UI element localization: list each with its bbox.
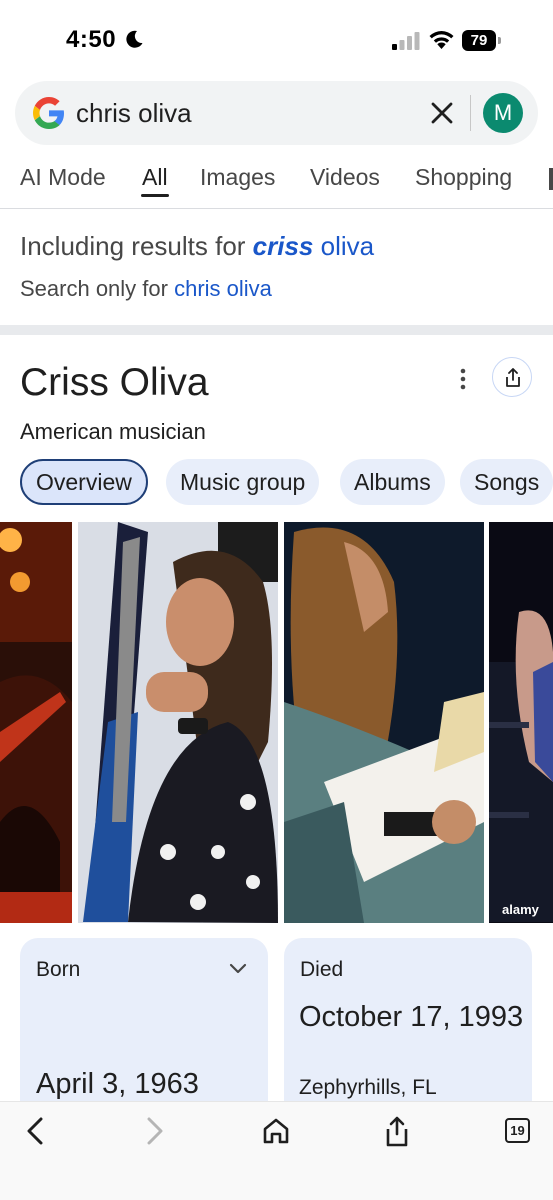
wifi-icon — [429, 31, 454, 49]
status-time: 4:50 — [66, 26, 117, 53]
tabs-divider — [0, 208, 553, 209]
panel-chips: Overview Music group Albums Songs — [0, 459, 553, 507]
share-page-icon[interactable] — [383, 1116, 411, 1148]
died-place: Zephyrhills, FL — [299, 1076, 437, 1099]
battery-icon: 79 — [462, 30, 502, 51]
tab-videos[interactable]: Videos — [310, 164, 380, 191]
chip-songs[interactable]: Songs — [460, 459, 553, 505]
back-icon[interactable] — [24, 1116, 46, 1146]
tab-overflow-edge — [549, 168, 553, 190]
chip-music-group[interactable]: Music group — [166, 459, 320, 505]
tab-ai-mode[interactable]: AI Mode — [20, 164, 106, 191]
chip-overview[interactable]: Overview — [20, 459, 148, 505]
died-label: Died — [300, 958, 344, 981]
active-tab-indicator — [141, 194, 169, 197]
corrected-term-link[interactable]: criss — [253, 231, 314, 261]
home-icon[interactable] — [262, 1116, 290, 1146]
share-button[interactable] — [492, 357, 532, 397]
tab-images[interactable]: Images — [200, 164, 275, 191]
google-logo-icon — [33, 97, 64, 129]
born-label: Born — [36, 958, 81, 981]
search-bar[interactable]: chris oliva M — [15, 81, 538, 145]
search-only-prefix: Search only for — [20, 276, 175, 301]
corrected-term-rest[interactable]: oliva — [313, 231, 374, 261]
original-query-link[interactable]: chris oliva — [174, 276, 272, 301]
image-carousel[interactable]: alamy — [0, 522, 553, 923]
battery-level: 79 — [462, 30, 496, 51]
entity-subtitle: American musician — [20, 419, 206, 444]
chevron-down-icon[interactable] — [228, 962, 248, 976]
bottom-nav: 19 — [0, 1101, 553, 1200]
battery-tip — [498, 37, 501, 44]
moon-icon — [126, 30, 143, 48]
search-tabs: AI Mode All Images Videos Shopping — [0, 160, 553, 210]
status-bar: 4:50 79 — [0, 0, 553, 80]
search-only-line: Search only for chris oliva — [20, 276, 272, 302]
including-results-prefix: Including results for — [20, 231, 253, 261]
image-stage-alamy[interactable]: alamy — [489, 522, 553, 923]
page-title: Criss Oliva — [20, 361, 209, 404]
image-guitarist-kiss[interactable] — [78, 522, 278, 923]
image-watermark: alamy — [502, 902, 539, 917]
more-options-icon[interactable] — [455, 366, 471, 392]
born-value: April 3, 1963 — [36, 1068, 199, 1100]
close-icon[interactable] — [429, 100, 455, 126]
section-separator — [0, 325, 553, 335]
chip-albums[interactable]: Albums — [340, 459, 445, 505]
tab-shopping[interactable]: Shopping — [415, 164, 512, 191]
tabs-count-button[interactable]: 19 — [505, 1118, 530, 1143]
search-divider — [470, 95, 471, 131]
search-input[interactable]: chris oliva — [76, 98, 192, 129]
avatar[interactable]: M — [483, 93, 523, 133]
forward-icon[interactable] — [144, 1116, 166, 1146]
image-guitarist-curly[interactable] — [284, 522, 484, 923]
died-value: October 17, 1993 — [299, 1001, 524, 1033]
including-results-line: Including results for criss oliva — [20, 231, 374, 262]
share-icon — [506, 368, 520, 387]
signal-icon — [392, 32, 420, 50]
tab-all[interactable]: All — [142, 164, 168, 191]
image-concert-stage[interactable] — [0, 522, 72, 923]
